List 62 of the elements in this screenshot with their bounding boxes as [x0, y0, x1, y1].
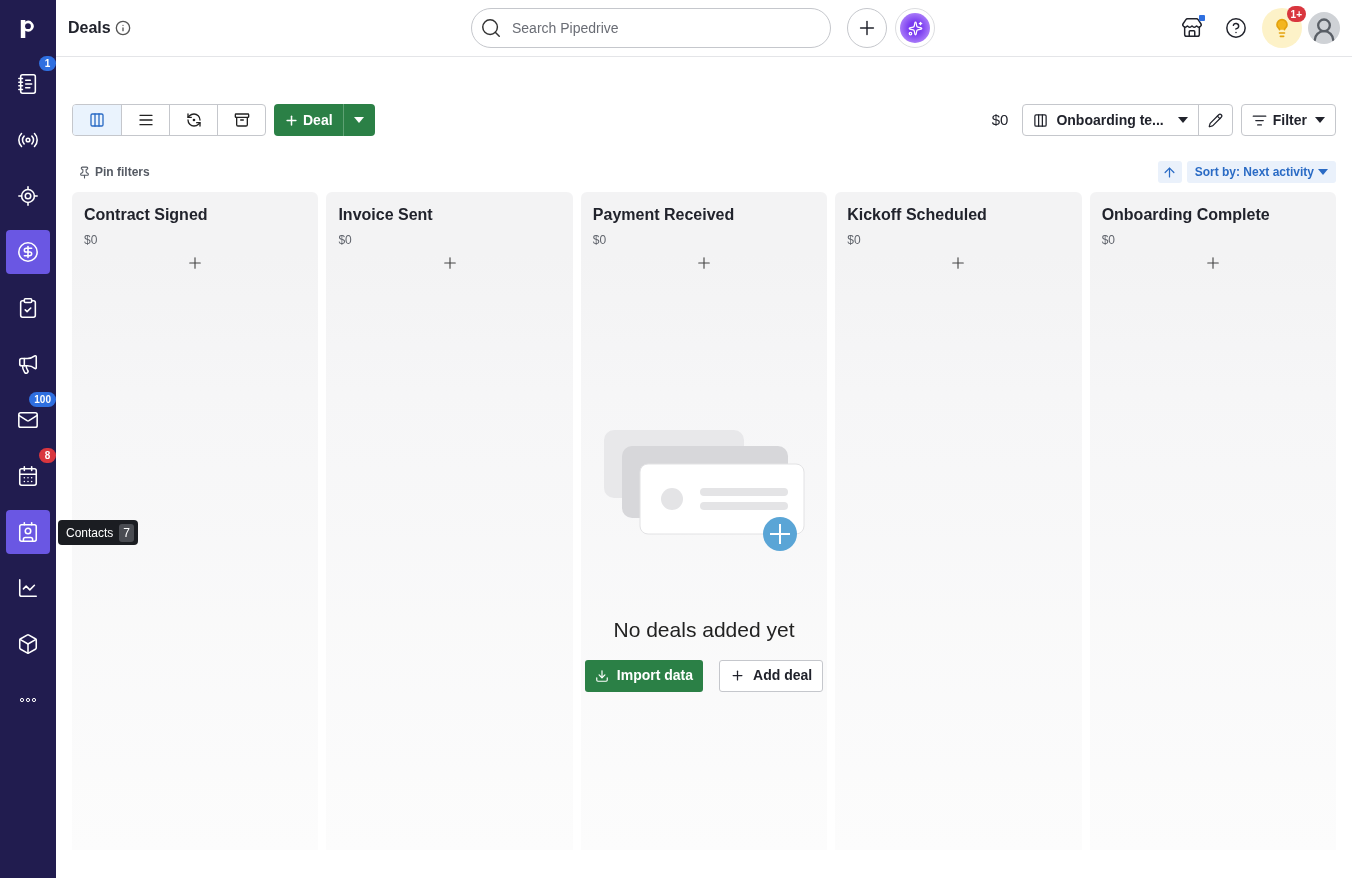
more-icon — [20, 698, 36, 702]
count-badge: 100 — [29, 392, 56, 407]
contact-card-icon — [17, 521, 39, 543]
calendar-icon — [17, 465, 39, 487]
stage-name: Invoice Sent — [338, 205, 434, 225]
sidebar-item[interactable] — [16, 352, 40, 376]
import-data-button[interactable]: Import data — [584, 659, 704, 692]
stage-amount: $0 — [1101, 232, 1116, 249]
columns-icon — [89, 112, 105, 128]
refresh-icon — [185, 112, 202, 128]
stage-amount: $0 — [847, 232, 862, 249]
page-title: Deals — [68, 18, 111, 38]
notebook-icon — [17, 73, 39, 95]
sidebar-item[interactable] — [16, 576, 40, 600]
tooltip-label: Contacts — [66, 524, 114, 542]
sparkle-icon — [907, 20, 923, 36]
help-icon — [1225, 17, 1247, 39]
sidebar-item[interactable] — [16, 464, 40, 488]
box-icon — [17, 633, 39, 655]
stage-amount: $0 — [84, 232, 99, 249]
dollar-icon — [17, 241, 39, 263]
pin-filters-button[interactable]: Pin filters — [72, 163, 156, 181]
filter-button[interactable]: Filter — [1240, 104, 1336, 136]
archive-icon — [233, 112, 250, 128]
stage-name: Payment Received — [592, 205, 736, 225]
stage-name: Contract Signed — [84, 205, 209, 225]
crosshair-icon — [17, 185, 39, 207]
caret-icon — [1315, 117, 1325, 123]
shortcut-key: 7 — [119, 523, 135, 542]
stage-name: Kickoff Scheduled — [847, 205, 988, 225]
info-icon[interactable] — [114, 20, 131, 36]
avatar[interactable] — [1308, 12, 1340, 44]
count-badge: 8 — [39, 448, 56, 463]
pin-icon — [78, 165, 91, 179]
download-icon — [594, 668, 609, 683]
notification-badge: 1+ — [1286, 6, 1306, 22]
count-badge: 1 — [39, 56, 56, 71]
store-icon — [1181, 17, 1203, 39]
search-field[interactable]: Search Pipedrive — [471, 8, 831, 48]
plus-icon — [695, 254, 713, 272]
caret-icon — [354, 117, 365, 123]
list-icon — [137, 112, 154, 128]
sort-button[interactable]: Sort by: Next activity — [1186, 161, 1336, 183]
view-toggle[interactable] — [73, 105, 121, 135]
total-value: $0 — [991, 109, 1009, 130]
stage-name: Onboarding Complete — [1101, 205, 1271, 225]
plus-icon — [730, 668, 746, 683]
sort-direction-button[interactable] — [1157, 161, 1182, 183]
caret-icon — [1318, 169, 1328, 175]
search-icon — [480, 17, 502, 39]
plus-icon — [284, 112, 299, 128]
empty-message: No deals added yet — [613, 617, 795, 643]
clipboard-check-icon — [17, 297, 39, 319]
add-deal-button[interactable]: Add deal — [719, 659, 824, 692]
sidebar-item[interactable] — [16, 632, 40, 656]
stage-amount: $0 — [592, 232, 608, 249]
sidebar-item[interactable] — [16, 184, 40, 208]
stage-amount: $0 — [338, 232, 353, 249]
mail-icon — [17, 409, 39, 431]
megaphone-icon — [17, 353, 39, 375]
line-chart-icon — [17, 577, 39, 599]
filter-icon — [1251, 112, 1267, 128]
